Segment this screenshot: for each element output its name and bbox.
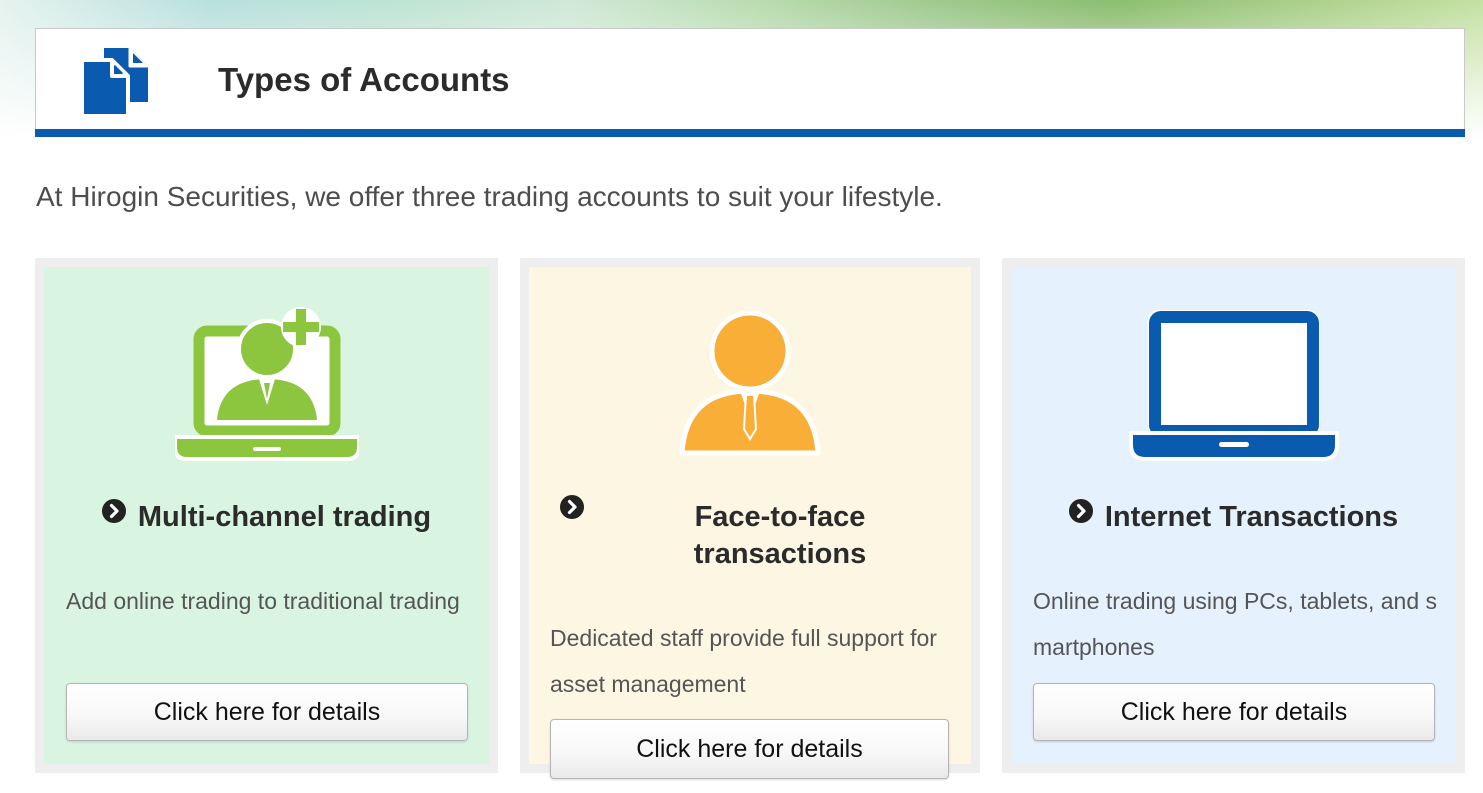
card-title-face-to-face[interactable]: Face-to-face transactions [529, 495, 971, 573]
card-title-multi-channel[interactable]: Multi-channel trading [44, 499, 489, 536]
card-description: Dedicated staff provide full support for… [550, 625, 937, 697]
card-description: Add online trading to traditional tradin… [66, 588, 460, 614]
intro-text: At Hirogin Securities, we offer three tr… [36, 181, 943, 212]
chevron-right-circle-icon [101, 499, 126, 523]
chevron-right-circle-icon [560, 495, 584, 519]
card-title-internet[interactable]: Internet Transactions [1011, 499, 1456, 536]
laptop-icon [1128, 310, 1339, 461]
account-card-face-to-face: Face-to-face transactions Dedicated staf… [520, 258, 980, 779]
account-card-multi-channel: Multi-channel trading Add online trading… [35, 258, 498, 773]
details-button[interactable]: Click here for details [1033, 683, 1435, 741]
card-title-label: Multi-channel trading [137, 501, 432, 533]
header-accent-bar [35, 129, 1465, 137]
details-button[interactable]: Click here for details [66, 683, 468, 741]
card-title-label: Internet Transactions [1104, 501, 1399, 533]
person-icon [679, 310, 821, 456]
page-title: Types of Accounts [218, 61, 510, 98]
laptop-person-plus-icon [174, 307, 359, 461]
documents-icon [80, 48, 148, 118]
details-button[interactable]: Click here for details [550, 719, 949, 779]
card-title-label: Face-to-face transactions [693, 501, 867, 570]
card-description: Online trading using PCs, tablets, and s… [1033, 588, 1438, 660]
account-card-internet: Internet Transactions Online trading usi… [1002, 258, 1465, 773]
chevron-right-circle-icon [1068, 499, 1093, 523]
